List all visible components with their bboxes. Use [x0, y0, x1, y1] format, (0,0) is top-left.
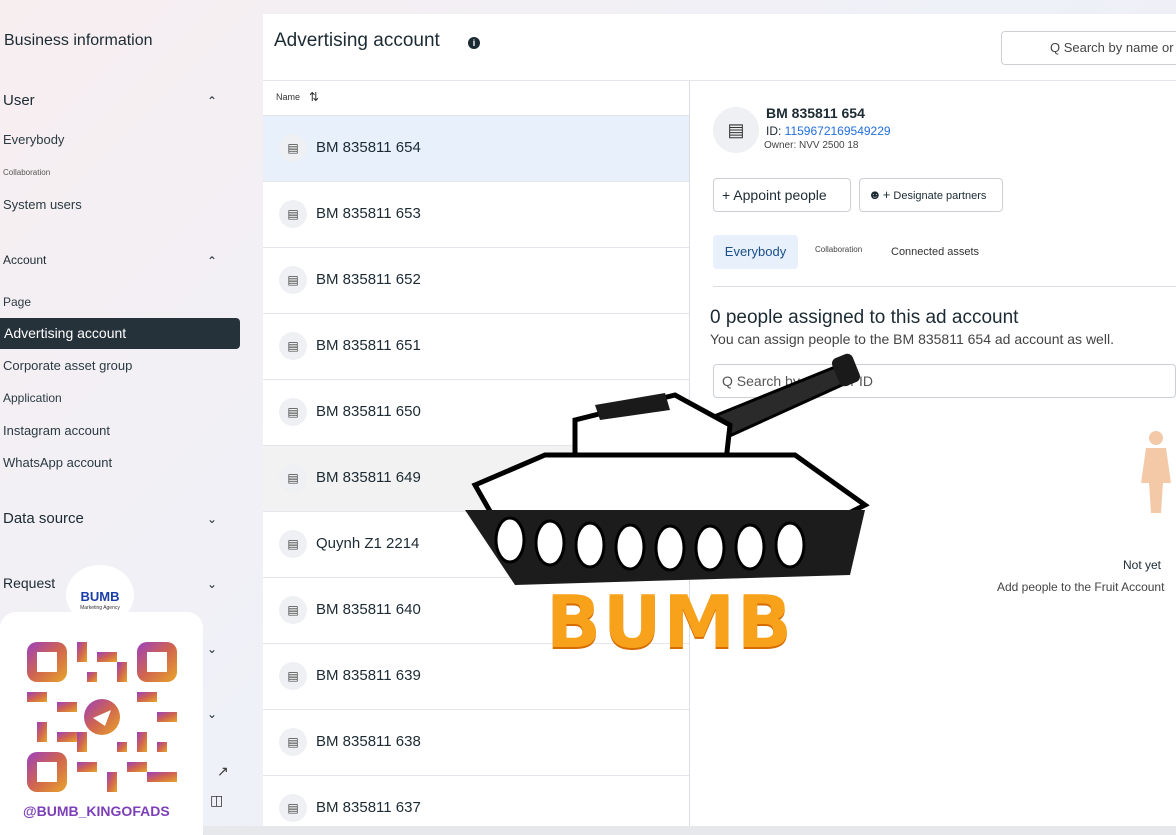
ad-account-icon: ▤: [279, 134, 307, 162]
appoint-people-button[interactable]: + Appoint people: [713, 178, 851, 212]
id-label: ID:: [766, 124, 785, 138]
chevron-down-icon[interactable]: ⌄: [205, 512, 219, 526]
sidebar-item-application[interactable]: Application: [3, 391, 62, 405]
ad-account-icon: ▤: [279, 662, 307, 690]
detail-owner: Owner: NVV 2500 18: [764, 140, 859, 151]
row-label: BM 835811 637: [316, 799, 421, 816]
ad-account-icon: ▤: [279, 332, 307, 360]
id-value-link[interactable]: 1159672169549229: [785, 124, 891, 138]
ad-account-icon: ▤: [279, 728, 307, 756]
detail-account-id: ID: 1159672169549229: [766, 124, 891, 138]
search-input[interactable]: Q Search by name or: [1001, 31, 1176, 65]
designate-partners-button[interactable]: ☻ + Designate partners: [859, 178, 1003, 212]
divider: [263, 80, 1176, 81]
external-link-icon[interactable]: ↗: [217, 763, 229, 780]
qr-card: @BUMB_KINGOFADS: [0, 612, 203, 835]
sidebar-item-page[interactable]: Page: [3, 295, 31, 309]
chevron-down-icon[interactable]: ⌄: [205, 642, 219, 656]
sidebar-item-everybody[interactable]: Everybody: [3, 132, 64, 147]
ad-account-icon: ▤: [279, 794, 307, 822]
empty-state-title: 0 people assigned to this ad account: [710, 307, 1019, 328]
info-icon[interactable]: i: [468, 37, 480, 49]
social-handle: @BUMB_KINGOFADS: [23, 803, 170, 819]
sidebar-item-collaboration[interactable]: Collaboration: [3, 168, 50, 177]
row-label: BM 835811 650: [316, 403, 421, 420]
status-bar: [200, 826, 1176, 835]
not-yet-label: Not yet: [1123, 558, 1162, 572]
tab-collaboration[interactable]: Collaboration: [815, 245, 862, 254]
row-label: BM 835811 651: [316, 337, 421, 354]
ad-account-icon: ▤: [279, 464, 307, 492]
tab-connected-assets[interactable]: Connected assets: [891, 246, 979, 258]
person-illustration-icon: [1141, 431, 1171, 513]
ad-account-icon: ▤: [279, 266, 307, 294]
row-label: BM 835811 638: [316, 733, 421, 750]
row-label: BM 835811 649: [316, 469, 421, 486]
sidebar-section-data-source[interactable]: Data source: [3, 510, 84, 527]
sidebar-item-whatsapp-account[interactable]: WhatsApp account: [3, 455, 112, 470]
add-person-icon: ☻ +: [868, 187, 891, 202]
table-row[interactable]: ▤ BM 835811 653: [263, 181, 689, 247]
column-header-name[interactable]: Name: [276, 92, 300, 102]
chevron-down-icon[interactable]: ⌄: [205, 707, 219, 721]
row-label: BM 835811 640: [316, 601, 421, 618]
row-label: BM 835811 652: [316, 271, 421, 288]
ad-account-icon: ▤: [279, 398, 307, 426]
tab-everybody[interactable]: Everybody: [713, 235, 798, 269]
chevron-up-icon[interactable]: ⌃: [205, 94, 219, 108]
ad-account-icon: ▤: [279, 530, 307, 558]
chevron-down-icon[interactable]: ⌄: [205, 577, 219, 591]
chevron-up-icon[interactable]: ⌃: [205, 254, 219, 268]
divider: [713, 286, 1176, 287]
row-label: BM 835811 639: [316, 667, 421, 684]
ad-account-avatar: ▤: [713, 107, 759, 153]
row-label: Quynh Z1 2214: [316, 535, 420, 552]
sidebar-item-advertising-account[interactable]: Advertising account: [0, 318, 240, 349]
sort-icon[interactable]: ⇅: [309, 90, 319, 104]
designate-partners-label: Designate partners: [893, 190, 987, 202]
sidebar-item-system-users[interactable]: System users: [3, 197, 82, 212]
table-row[interactable]: ▤ BM 835811 638: [263, 709, 689, 775]
sidebar-section-account[interactable]: Account: [3, 253, 46, 267]
add-people-hint: Add people to the Fruit Account: [997, 580, 1165, 594]
detail-account-name: BM 835811 654: [766, 105, 865, 121]
sidebar-item-corporate-asset-group[interactable]: Corporate asset group: [3, 358, 132, 373]
ad-account-icon: ▤: [279, 596, 307, 624]
ad-account-icon: ▤: [279, 200, 307, 228]
sidebar-section-request[interactable]: Request: [3, 575, 55, 591]
table-row[interactable]: ▤ BM 835811 652: [263, 247, 689, 313]
sidebar-section-user[interactable]: User: [3, 92, 35, 109]
tank-watermark-icon: [465, 353, 870, 585]
sidebar-item-instagram-account[interactable]: Instagram account: [3, 423, 110, 438]
brand-logo-subtitle: Marketing Agency: [80, 605, 120, 611]
page-title: Advertising account: [274, 30, 440, 51]
panel-toggle-icon[interactable]: ◫: [210, 792, 223, 809]
brand-logo-text: BUMB: [80, 589, 120, 604]
qr-code-icon: [27, 642, 177, 792]
row-label: BM 835811 653: [316, 205, 421, 222]
table-row[interactable]: ▤ BM 835811 654: [263, 115, 689, 181]
watermark-text: BUMB: [546, 580, 794, 664]
row-label: BM 835811 654: [316, 139, 421, 156]
sidebar-title: Business information: [4, 32, 153, 49]
